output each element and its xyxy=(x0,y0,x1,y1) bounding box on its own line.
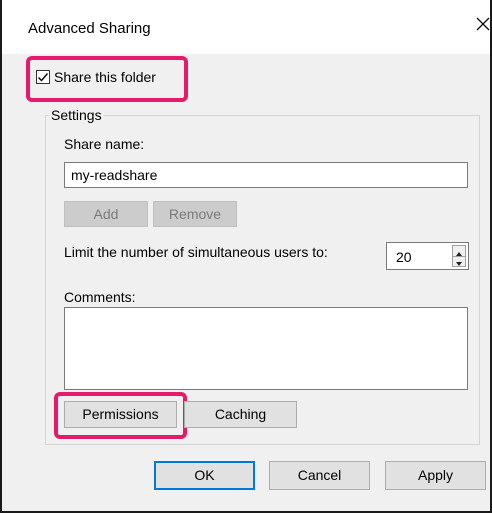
user-limit-value: 20 xyxy=(396,249,412,265)
ok-button[interactable]: OK xyxy=(154,461,255,490)
apply-button[interactable]: Apply xyxy=(385,461,486,490)
add-button[interactable]: Add xyxy=(64,201,148,227)
ok-button-label: OK xyxy=(194,467,215,483)
dialog-title: Advanced Sharing xyxy=(28,20,151,37)
caching-button-label: Caching xyxy=(214,406,267,422)
permissions-button-label: Permissions xyxy=(82,406,159,422)
limit-users-label: Limit the number of simultaneous users t… xyxy=(64,244,328,260)
remove-button[interactable]: Remove xyxy=(153,201,237,227)
cancel-button[interactable]: Cancel xyxy=(269,461,370,490)
share-name-input[interactable]: my-readshare xyxy=(64,162,468,188)
comments-label: Comments: xyxy=(64,289,136,305)
remove-button-label: Remove xyxy=(168,206,222,222)
add-button-label: Add xyxy=(93,206,119,222)
permissions-button[interactable]: Permissions xyxy=(64,401,177,428)
share-this-folder-label: Share this folder xyxy=(54,69,156,85)
share-name-label: Share name: xyxy=(64,136,145,152)
checkmark-icon xyxy=(37,73,49,82)
settings-group-label: Settings xyxy=(49,107,104,123)
spinner-buttons xyxy=(452,245,466,267)
apply-button-label: Apply xyxy=(417,467,454,483)
cancel-button-label: Cancel xyxy=(297,467,342,483)
title-bar: Advanced Sharing xyxy=(2,0,490,54)
close-icon[interactable] xyxy=(476,15,492,35)
caching-button[interactable]: Caching xyxy=(184,401,297,428)
advanced-sharing-dialog: Advanced Sharing Share this folder Setti… xyxy=(0,0,492,513)
share-this-folder-checkbox[interactable] xyxy=(36,70,50,84)
comments-textarea[interactable] xyxy=(64,307,468,390)
spin-down-icon[interactable] xyxy=(453,256,465,266)
share-name-value: my-readshare xyxy=(71,167,158,183)
user-limit-spinner[interactable]: 20 xyxy=(386,242,469,270)
